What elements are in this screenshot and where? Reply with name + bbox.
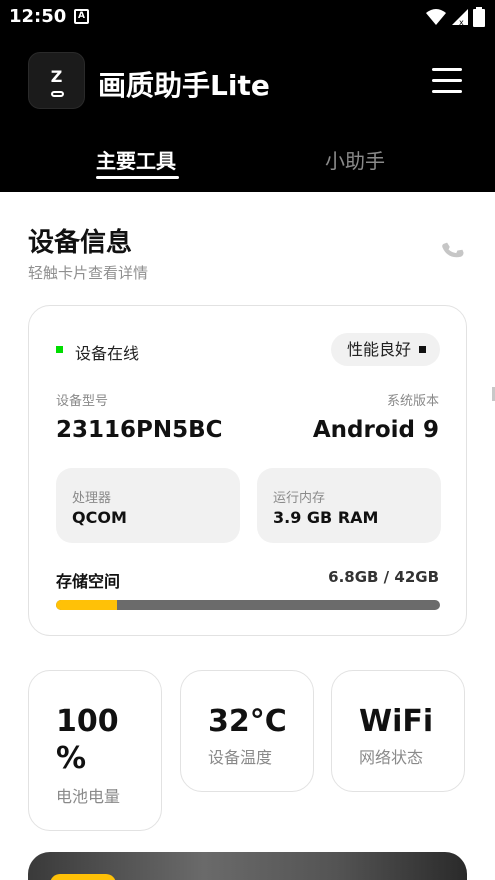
online-status-dot xyxy=(56,346,63,353)
storage-progress-fill xyxy=(56,600,118,610)
online-status-text: 设备在线 xyxy=(75,344,140,363)
signal-icon: x xyxy=(452,9,468,26)
model-value: 23116PN5BC xyxy=(56,417,223,443)
app-title: 画质助手Lite xyxy=(98,69,270,102)
cpu-tile: 处理器 QCOM xyxy=(56,468,240,543)
system-value: Android 9 xyxy=(312,417,439,443)
ram-label: 运行内存 xyxy=(273,491,326,506)
model-label: 设备型号 xyxy=(56,394,109,409)
app-logo: Z xyxy=(28,52,85,109)
phone-icon[interactable] xyxy=(441,238,465,262)
tab-main-tools[interactable]: 主要工具 xyxy=(96,145,176,174)
badge-square-icon xyxy=(419,346,426,353)
banner-tag xyxy=(50,874,116,880)
system-label: 系统版本 xyxy=(386,394,439,409)
menu-button[interactable] xyxy=(432,68,462,94)
storage-value: 6.8GB / 42GB xyxy=(328,568,439,586)
feature-banner[interactable] xyxy=(28,852,467,880)
battery-value: 100 % xyxy=(56,704,119,776)
status-time: 12:50 xyxy=(9,6,67,27)
notification-a-icon: A xyxy=(74,9,89,24)
cpu-value: QCOM xyxy=(72,508,127,527)
battery-card[interactable]: 100 % 电池电量 xyxy=(28,670,162,831)
network-label: 网络状态 xyxy=(359,748,424,767)
main-content: 设备信息 轻触卡片查看详情 设备在线 性能良好 设备型号 系统版本 23116P… xyxy=(0,192,495,880)
tab-bar: 主要工具 小助手 xyxy=(0,140,495,186)
storage-progress-bar xyxy=(56,600,440,610)
section-title: 设备信息 xyxy=(28,228,133,258)
wifi-icon xyxy=(426,9,446,25)
app-bar: Z 画质助手Lite 主要工具 小助手 xyxy=(0,34,495,192)
temperature-label: 设备温度 xyxy=(208,748,273,767)
status-bar: 12:50 A x xyxy=(0,0,495,34)
network-value: WiFi xyxy=(359,704,434,739)
battery-icon xyxy=(473,7,485,27)
device-info-card[interactable]: 设备在线 性能良好 设备型号 系统版本 23116PN5BC Android 9… xyxy=(28,305,467,636)
network-card[interactable]: WiFi 网络状态 xyxy=(331,670,465,792)
tab-active-indicator xyxy=(96,176,179,179)
performance-badge: 性能良好 xyxy=(331,333,440,366)
logo-mark xyxy=(51,91,64,97)
cpu-label: 处理器 xyxy=(72,491,112,506)
logo-letter: Z xyxy=(50,67,63,86)
storage-label: 存储空间 xyxy=(56,572,121,591)
battery-label: 电池电量 xyxy=(56,787,121,806)
svg-text:x: x xyxy=(459,18,464,26)
performance-badge-label: 性能良好 xyxy=(347,340,412,359)
ram-tile: 运行内存 3.9 GB RAM xyxy=(257,468,441,543)
tab-helper[interactable]: 小助手 xyxy=(325,145,385,174)
status-icons: x xyxy=(425,7,485,27)
ram-value: 3.9 GB RAM xyxy=(273,508,379,527)
temperature-value: 32°C xyxy=(208,704,287,739)
section-subtitle: 轻触卡片查看详情 xyxy=(28,264,149,282)
temperature-card[interactable]: 32°C 设备温度 xyxy=(180,670,314,792)
menu-icon xyxy=(432,68,462,71)
